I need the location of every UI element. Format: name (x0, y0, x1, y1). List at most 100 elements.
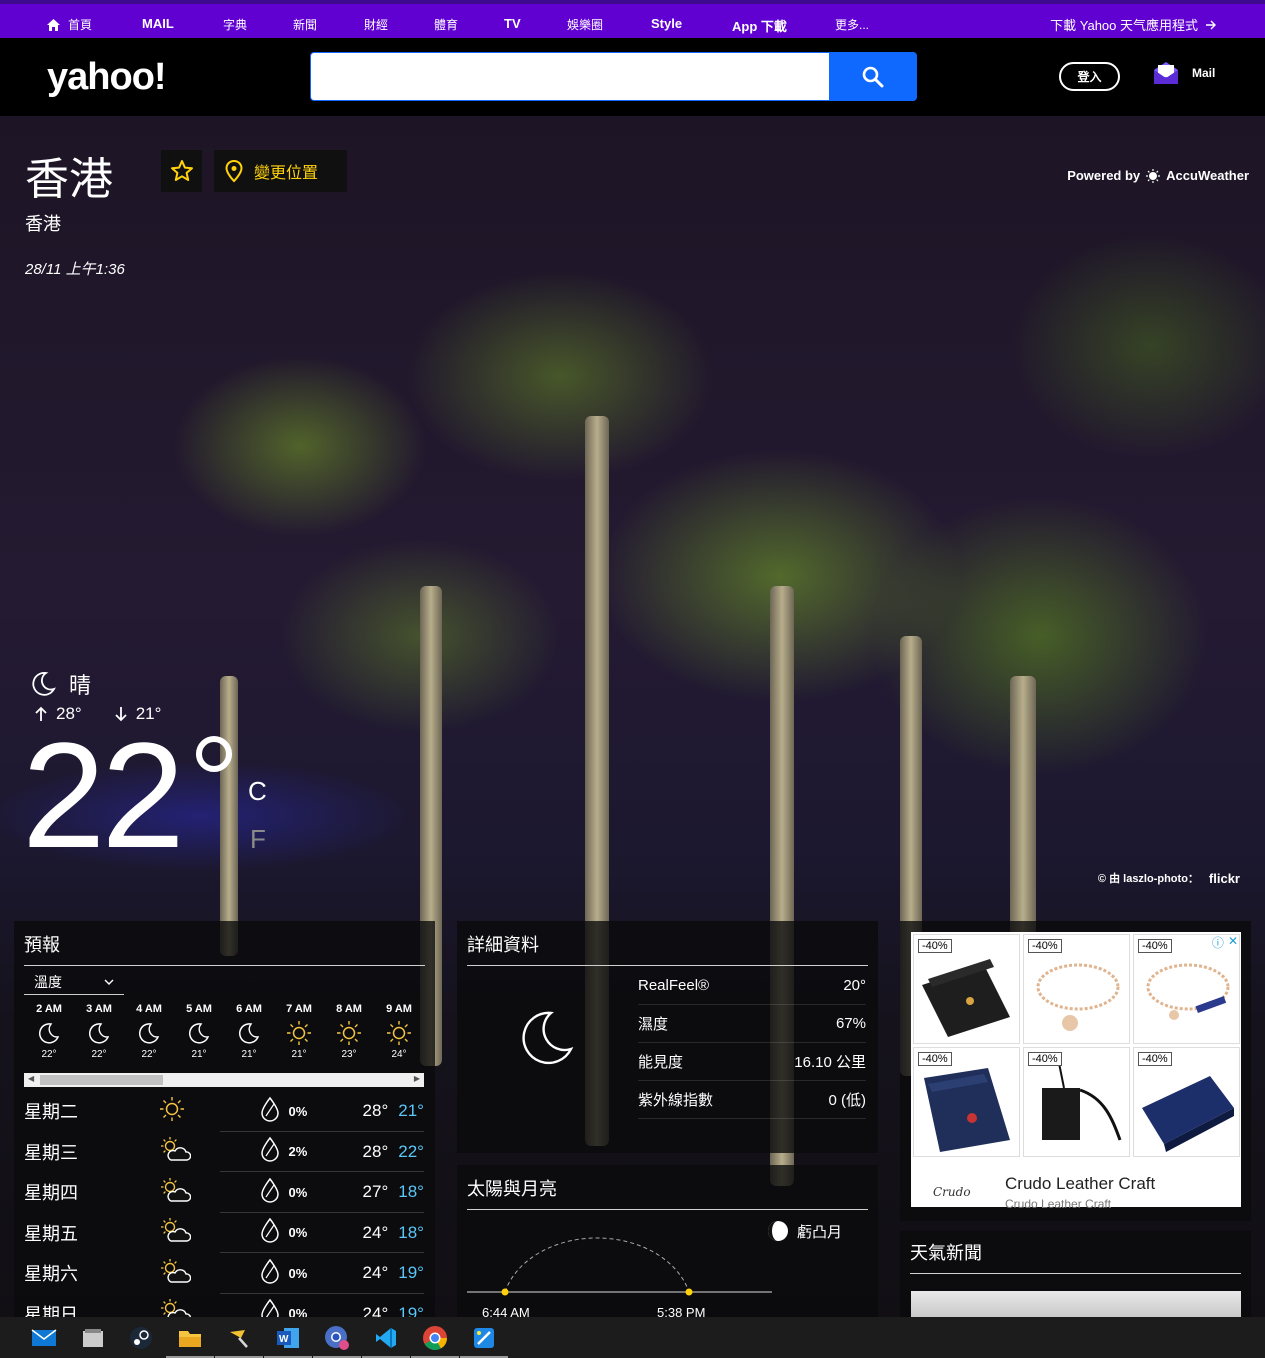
hourly-temp: 21° (291, 1049, 307, 1060)
precipitation-chance: 0% (288, 1265, 308, 1281)
daily-row[interactable]: 星期六 0% 24° 19° (24, 1253, 424, 1294)
ad-product-wallet[interactable]: -40% (1133, 1047, 1240, 1157)
scroll-left-icon[interactable]: ◀ (28, 1074, 34, 1083)
ad-title[interactable]: Crudo Leather Craft (1005, 1174, 1155, 1194)
windows-taskbar: W (0, 1317, 1265, 1358)
daily-row[interactable]: 星期二 0% 28° 21° (24, 1091, 424, 1132)
precipitation-drop-icon (259, 1177, 289, 1208)
ad-info-icon[interactable]: ⓘ (1212, 934, 1224, 951)
image-app-icon[interactable] (78, 1324, 108, 1352)
hourly-forecast: 2 AM 22° 3 AM 22° 4 AM 22° 5 AM 21° 6 AM 21° 7 AM 2… (24, 1003, 424, 1060)
hourly-item: 7 AM 21° (274, 1003, 324, 1060)
nav-tv[interactable]: TV (504, 16, 521, 31)
powered-by-label: Powered by (1067, 168, 1141, 183)
steam-app-icon[interactable] (126, 1324, 156, 1352)
day-high-temp: 28° (362, 1101, 389, 1121)
nav-app-download[interactable]: App 下載 (732, 16, 787, 35)
precipitation-drop-icon (259, 1258, 289, 1289)
hourly-time: 3 AM (86, 1003, 112, 1015)
forecast-metric-select[interactable]: 溫度 (24, 969, 124, 995)
nav-mail[interactable]: MAIL (142, 16, 174, 31)
powered-by[interactable]: Powered by AccuWeather (1067, 168, 1249, 183)
vscode-app-icon[interactable] (362, 1324, 410, 1358)
chrome-app-icon[interactable] (411, 1324, 459, 1358)
ad-choices[interactable]: ⓘ ✕ (1212, 934, 1238, 951)
change-location-button[interactable]: 變更位置 (214, 150, 347, 192)
moon-icon (37, 1017, 61, 1049)
day-high-temp: 24° (362, 1263, 389, 1283)
nav-sports[interactable]: 體育 (434, 16, 458, 33)
ad-product-bracelet[interactable]: -40% (1023, 934, 1130, 1044)
hourly-item: 4 AM 22° (124, 1003, 174, 1060)
sunrise-marker (501, 1288, 509, 1296)
hourly-item: 9 AM 24° (374, 1003, 424, 1060)
mail-button[interactable]: Mail (1152, 60, 1215, 86)
detail-row-humidity: 濕度 67% (638, 1005, 866, 1043)
detail-label: 能見度 (638, 1054, 684, 1071)
nav-finance[interactable]: 財經 (364, 16, 388, 33)
ad-product-wallet[interactable]: -40% (913, 934, 1020, 1044)
palm-trunk (220, 676, 238, 956)
hourly-time: 6 AM (236, 1003, 262, 1015)
partly-cloudy-icon (159, 1177, 259, 1208)
details-title: 詳細資料 (467, 931, 868, 966)
sunset-marker (685, 1288, 693, 1296)
flickr-logo: flickr (1208, 870, 1240, 886)
file-explorer-icon[interactable] (166, 1324, 214, 1358)
hourly-scrollbar[interactable]: ◀ ▶ (24, 1073, 424, 1087)
header: yahoo! 登入 Mail (0, 38, 1265, 116)
nav-style[interactable]: Style (651, 16, 682, 31)
close-icon[interactable]: ✕ (1228, 934, 1238, 951)
sun-icon (336, 1017, 362, 1049)
nav-dictionary[interactable]: 字典 (223, 16, 247, 33)
photo-credit[interactable]: © 由 laszlo-photo： flickr (1098, 870, 1240, 886)
scroll-right-icon[interactable]: ▶ (414, 1074, 420, 1083)
hourly-item: 8 AM 23° (324, 1003, 374, 1060)
sun-icon (386, 1017, 412, 1049)
detail-row-realfeel: RealFeel® 20° (638, 967, 866, 1005)
nav-more[interactable]: 更多... (835, 16, 869, 33)
daily-row[interactable]: 星期三 2% 28° 22° (24, 1132, 424, 1173)
ad-creative[interactable]: ⓘ ✕ -40% -40% -40% -40% -40% -40% Crudo … (911, 932, 1241, 1211)
detail-value: 20° (843, 977, 866, 994)
scroll-thumb[interactable] (40, 1075, 163, 1085)
day-name: 星期五 (24, 1223, 78, 1244)
weather-app-promo-label: 下載 Yahoo 天气應用程式 (1050, 18, 1198, 33)
chevron-down-icon (104, 979, 114, 985)
hourly-temp: 21° (241, 1049, 257, 1060)
pen-app-icon[interactable] (215, 1324, 263, 1358)
signin-button[interactable]: 登入 (1059, 62, 1120, 91)
search-button[interactable] (829, 52, 917, 101)
ad-product-wallet[interactable]: -40% (913, 1047, 1020, 1157)
forecast-metric-value: 溫度 (34, 973, 62, 990)
chrome-beta-icon[interactable] (313, 1324, 361, 1358)
detail-label: 濕度 (638, 1016, 669, 1033)
search-input[interactable] (310, 52, 830, 101)
word-app-icon[interactable]: W (264, 1324, 312, 1358)
favorite-button[interactable] (161, 150, 202, 192)
unit-fahrenheit[interactable]: F (250, 824, 266, 855)
ad-product-cardholder[interactable]: -40% (1023, 1047, 1130, 1157)
daily-row[interactable]: 星期四 0% 27° 18° (24, 1172, 424, 1213)
hourly-temp: 23° (341, 1049, 357, 1060)
accuweather-sun-icon (1146, 168, 1161, 183)
precipitation-chance: 0% (288, 1225, 308, 1241)
hourly-time: 8 AM (336, 1003, 362, 1015)
hourly-temp: 22° (141, 1049, 157, 1060)
location-pin-icon (225, 159, 243, 183)
nav-news[interactable]: 新聞 (293, 16, 317, 33)
mail-app-icon[interactable] (29, 1324, 59, 1352)
hourly-item: 2 AM 22° (24, 1003, 74, 1060)
nav-home[interactable]: 首頁 (47, 16, 92, 33)
photo-credit-text: © 由 laszlo-photo： (1097, 873, 1199, 885)
arrow-right-icon (1206, 20, 1216, 29)
weather-app-promo[interactable]: 下載 Yahoo 天气應用程式 (1050, 15, 1217, 34)
day-high-temp: 28° (362, 1141, 389, 1161)
nav-entertainment[interactable]: 娛樂圈 (567, 16, 603, 33)
precipitation-chance: 0% (288, 1103, 308, 1119)
unit-celsius[interactable]: C (248, 776, 267, 807)
daily-row[interactable]: 星期五 0% 24° 18° (24, 1213, 424, 1254)
yahoo-logo[interactable]: yahoo! (47, 56, 167, 99)
sun-moon-panel: 太陽與月亮 虧凸月 6:44 AM 5:38 PM (457, 1165, 878, 1326)
paint-app-icon[interactable] (460, 1324, 508, 1358)
